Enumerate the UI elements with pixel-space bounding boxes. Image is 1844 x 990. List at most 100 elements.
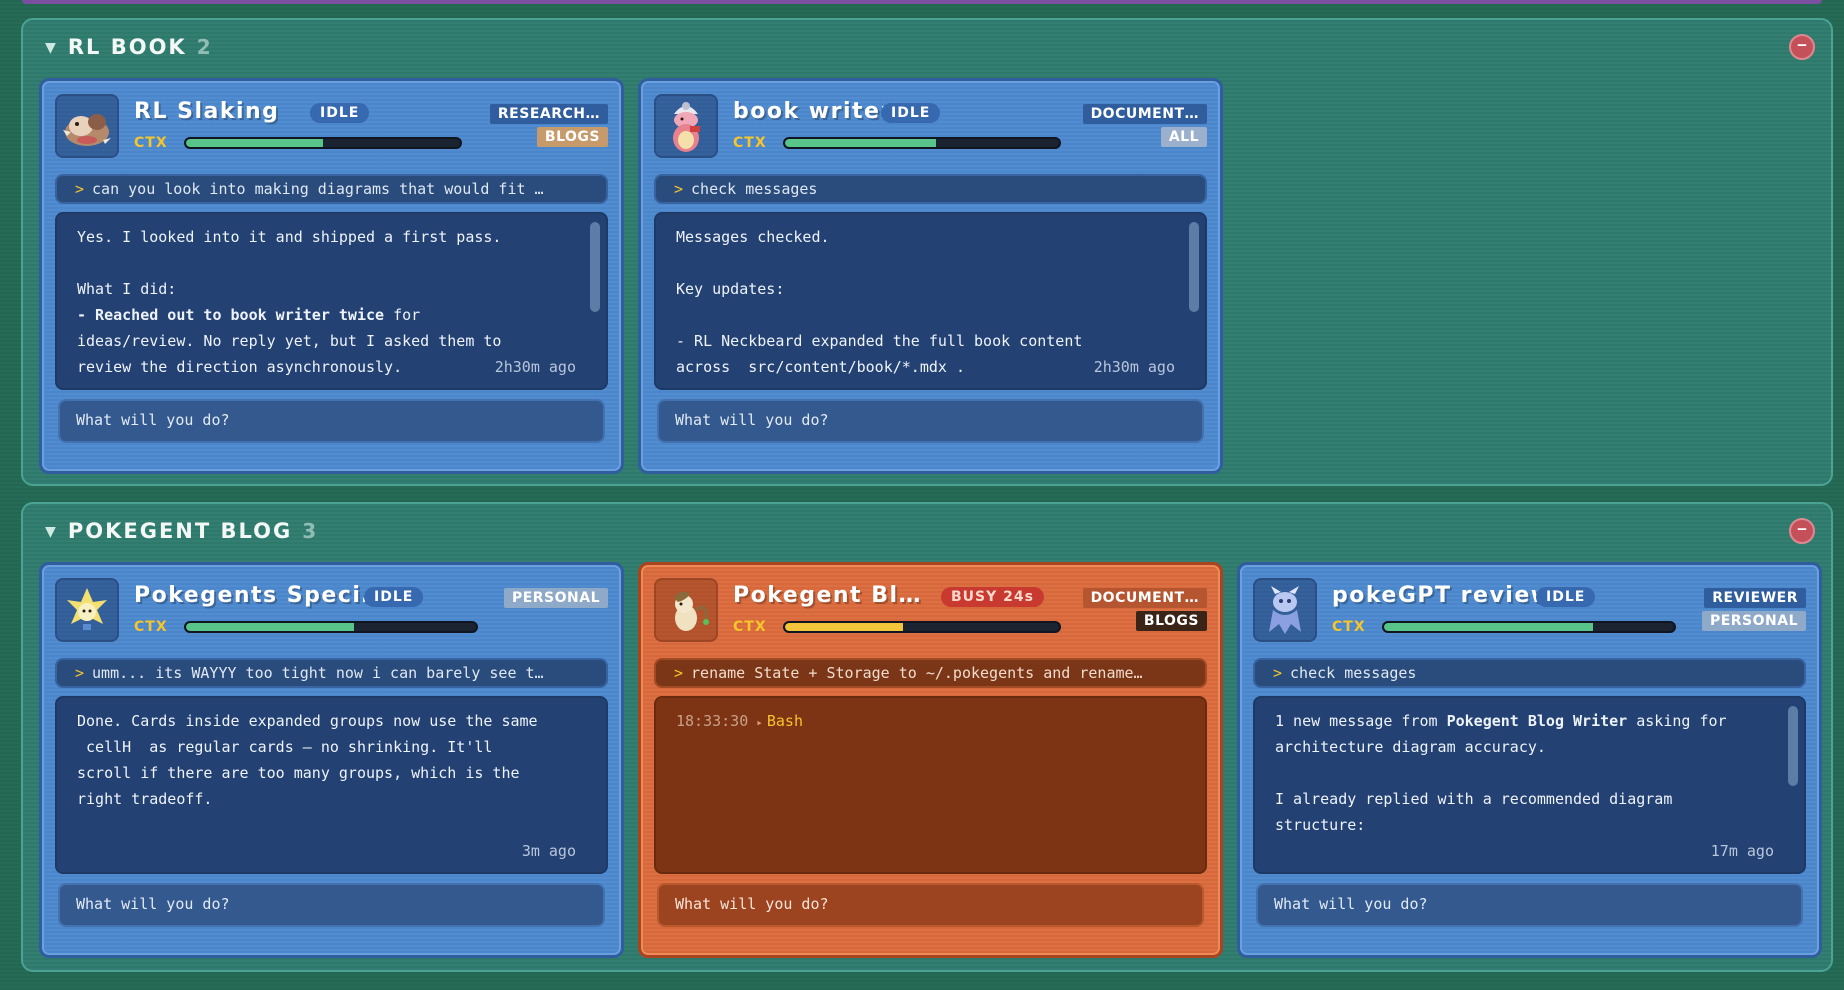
agent-output[interactable]: Done. Cards inside expanded groups now u… — [55, 696, 608, 874]
output-line-blank — [676, 302, 1185, 328]
context-bar-fill — [785, 623, 903, 631]
agent-card-pokegpt-reviewer[interactable]: pokeGPT reviewer IDLE REVIEWER PERSONAL … — [1237, 562, 1822, 958]
timestamp: 2h30m ago — [1093, 358, 1175, 376]
agent-output[interactable]: Messages checked. Key updates: - RL Neck… — [654, 212, 1207, 390]
agent-name: Pokegents Speci… — [134, 583, 385, 608]
agent-card-rl-slaking[interactable]: RL Slaking IDLE RESEARCH… BLOGS CTX > can… — [39, 78, 624, 474]
tool-arrow-icon: ▸ — [756, 716, 763, 729]
group-count: 3 — [302, 519, 317, 543]
last-prompt: > rename State + Storage to ~/.pokegents … — [654, 658, 1207, 688]
jirachi-sprite-icon — [67, 588, 107, 630]
collapse-triangle-icon[interactable]: ▼ — [45, 37, 56, 58]
agent-name: book writer — [733, 99, 893, 124]
tool-call-line: 18:33:30 ▸ Bash — [676, 708, 1185, 736]
prompt-text: rename State + Storage to ~/.pokegents a… — [691, 664, 1143, 682]
output-bold: - Reached out to book writer twice — [77, 306, 385, 324]
tag-list: DOCUMENT… BLOGS — [1082, 588, 1207, 631]
output-scrollbar[interactable] — [1189, 222, 1199, 312]
status-badge: IDLE — [364, 587, 424, 607]
command-input[interactable]: What will you do? — [58, 883, 605, 927]
agent-card-book-writer[interactable]: book writer IDLE DOCUMENT… ALL CTX > chec… — [638, 78, 1223, 474]
context-bar — [783, 137, 1061, 149]
smeargle-sprite-icon — [674, 591, 709, 631]
tool-name: Bash — [766, 712, 803, 730]
status-badge: IDLE — [310, 103, 370, 123]
group-title: POKEGENT BLOG — [67, 519, 293, 543]
last-prompt: > check messages — [1253, 658, 1806, 688]
last-prompt: > umm... its WAYYY too tight now i can ba… — [55, 658, 608, 688]
tag-list: RESEARCH… BLOGS — [489, 104, 608, 147]
command-input[interactable]: What will you do? — [657, 399, 1204, 443]
status-badge: BUSY 24s — [941, 587, 1044, 607]
prompt-text: check messages — [1290, 664, 1417, 682]
minimize-group-icon[interactable]: – — [1789, 518, 1815, 544]
output-line: right tradeoff. — [77, 790, 213, 808]
prompt-text: check messages — [691, 180, 818, 198]
tag-all: ALL — [1160, 127, 1207, 147]
output-line: - RL Neckbeard expanded the full book co… — [676, 332, 1083, 350]
output-text: for — [384, 306, 421, 324]
context-bar — [1382, 621, 1676, 633]
output-line: What I did: — [77, 280, 177, 298]
output-line: Messages checked. — [676, 228, 830, 246]
command-input[interactable]: What will you do? — [1256, 883, 1803, 927]
output-line: ideas/review. No reply yet, but I asked … — [77, 332, 502, 350]
tag-document: DOCUMENT… — [1082, 588, 1207, 608]
output-line: Key updates: — [676, 280, 785, 298]
tag-personal: PERSONAL — [1701, 611, 1806, 631]
output-line-blank — [676, 250, 1185, 276]
avatar — [1253, 578, 1317, 642]
prompt-chevron-icon: > — [674, 180, 684, 198]
agent-name: Pokegent Bl… — [733, 583, 923, 608]
avatar — [55, 94, 119, 158]
agent-card-pokegent-blog[interactable]: Pokegent Bl… BUSY 24s DOCUMENT… BLOGS CT… — [638, 562, 1223, 958]
timestamp: 2h30m ago — [494, 358, 576, 376]
tag-list: PERSONAL — [503, 588, 608, 608]
last-prompt: > check messages — [654, 174, 1207, 204]
output-line: I already replied with a recommended dia… — [1275, 790, 1673, 808]
agent-output[interactable]: 18:33:30 ▸ Bash — [654, 696, 1207, 874]
output-scrollbar[interactable] — [590, 222, 600, 312]
output-line: 1 new message from Pokegent Blog Writer … — [1275, 708, 1784, 734]
prompt-chevron-icon: > — [75, 180, 85, 198]
agent-output[interactable]: Yes. I looked into it and shipped a firs… — [55, 212, 608, 390]
timestamp: 3m ago — [521, 842, 576, 860]
prompt-chevron-icon: > — [674, 664, 684, 682]
group-header[interactable]: ▼ RL BOOK 2 — [45, 32, 211, 62]
tag-reviewer: REVIEWER — [1704, 588, 1806, 608]
context-bar — [184, 621, 478, 633]
slaking-sprite-icon — [63, 114, 111, 146]
group-title: RL BOOK — [67, 35, 187, 59]
group-pokegent-blog: ▼ POKEGENT BLOG 3 – Pokegents Speci… IDL… — [21, 502, 1833, 972]
avatar — [55, 578, 119, 642]
celesteela-sprite-icon — [1269, 586, 1301, 634]
agent-output[interactable]: 1 new message from Pokegent Blog Writer … — [1253, 696, 1806, 874]
tool-time: 18:33:30 — [676, 712, 749, 730]
context-bar-fill — [186, 139, 323, 147]
avatar — [654, 578, 718, 642]
context-bar-fill — [785, 139, 936, 147]
tag-list: REVIEWER PERSONAL — [1701, 588, 1806, 631]
status-badge: IDLE — [881, 103, 941, 123]
output-line: Yes. I looked into it and shipped a firs… — [77, 228, 502, 246]
status-badge: IDLE — [1536, 587, 1596, 607]
tag-blogs: BLOGS — [1135, 611, 1207, 631]
agent-card-pokegents-speci[interactable]: Pokegents Speci… IDLE PERSONAL CTX > umm.… — [39, 562, 624, 958]
group-header[interactable]: ▼ POKEGENT BLOG 3 — [45, 516, 316, 546]
output-line: scroll if there are too many groups, whi… — [77, 764, 520, 782]
command-input[interactable]: What will you do? — [58, 399, 605, 443]
prompt-text: umm... its WAYYY too tight now i can bar… — [92, 664, 544, 682]
command-input[interactable]: What will you do? — [657, 883, 1204, 927]
context-bar — [783, 621, 1061, 633]
avatar — [654, 94, 718, 158]
tag-list: DOCUMENT… ALL — [1082, 104, 1207, 147]
minimize-group-icon[interactable]: – — [1789, 34, 1815, 60]
ctx-label: CTX — [134, 135, 168, 151]
slowking-sprite-icon — [673, 102, 700, 152]
ctx-label: CTX — [134, 619, 168, 635]
context-bar — [184, 137, 462, 149]
output-scrollbar[interactable] — [1788, 706, 1798, 786]
tag-research: RESEARCH… — [489, 104, 608, 124]
output-line-blank — [77, 250, 586, 276]
collapse-triangle-icon[interactable]: ▼ — [45, 521, 56, 542]
